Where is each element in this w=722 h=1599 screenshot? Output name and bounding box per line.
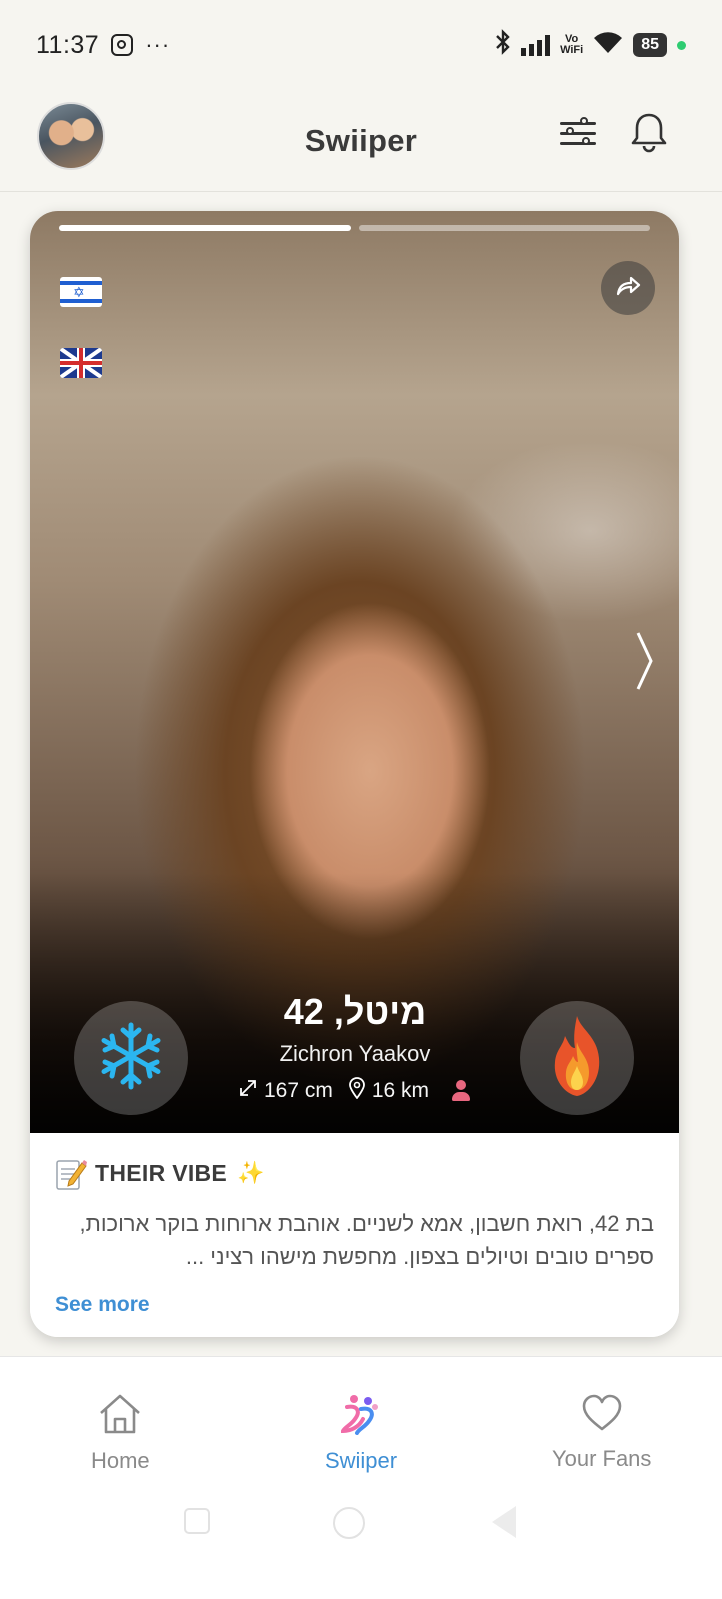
filter-sliders-icon[interactable]	[558, 116, 598, 152]
see-more-link[interactable]: See more	[55, 1293, 654, 1317]
memo-icon	[55, 1157, 87, 1190]
status-right: Vo WiFi 85	[495, 28, 686, 62]
snowflake-icon	[96, 1021, 166, 1096]
vibe-header: THEIR VIBE ✨	[55, 1157, 654, 1190]
flame-icon	[545, 1014, 609, 1103]
vibe-title: THEIR VIBE	[95, 1159, 228, 1186]
photo-progress	[59, 225, 650, 231]
status-bar: 11:37 ··· Vo WiFi 85	[0, 0, 722, 90]
nav-label-your-fans: Your Fans	[551, 1446, 652, 1471]
bluetooth-icon	[495, 28, 511, 62]
nav-item-your-fans[interactable]: Your Fans	[481, 1357, 722, 1486]
freeze-button[interactable]	[74, 1001, 188, 1115]
profile-name-age: מיטל, 42	[283, 991, 427, 1032]
profile-height: 167 cm	[263, 1079, 333, 1102]
uk-flag-icon	[60, 348, 102, 378]
app-header: Swiiper	[0, 90, 722, 192]
profile-meta: 167 cm 16 km	[190, 1077, 520, 1105]
bottom-nav: Home Swiiper Your Fans	[0, 1356, 722, 1486]
nav-label-swiiper: Swiiper	[324, 1448, 398, 1473]
profile-card[interactable]: ✡ מיטל, 42 Zichron Yaakov 167 cm 16 km T…	[30, 211, 679, 1337]
photo-progress-segment	[358, 225, 650, 231]
cellular-signal-icon	[521, 34, 551, 56]
israel-flag-icon: ✡	[60, 277, 102, 307]
height-item: 167 cm	[239, 1079, 333, 1103]
profile-info: מיטל, 42 Zichron Yaakov 167 cm 16 km	[190, 991, 520, 1105]
nav-label-home: Home	[90, 1448, 150, 1473]
share-button[interactable]	[601, 261, 655, 315]
privacy-indicator-dot	[677, 40, 686, 50]
sparkle-icon: ✨	[237, 1160, 265, 1185]
vowifi-line2: WiFi	[560, 44, 584, 56]
battery-indicator: 85	[633, 33, 667, 57]
back-button[interactable]	[492, 1506, 516, 1538]
nav-item-home[interactable]: Home	[0, 1357, 241, 1486]
status-time: 11:37	[36, 30, 100, 59]
location-pin-icon	[348, 1077, 365, 1105]
system-navigation-bar	[0, 1486, 722, 1599]
vibe-text: בת 42, רואת חשבון, אמא לשניים. אוהבת ארו…	[79, 1211, 655, 1269]
profile-distance: 16 km	[371, 1079, 430, 1102]
profile-city: Zichron Yaakov	[279, 1041, 431, 1066]
app-title: Swiiper	[304, 122, 418, 158]
distance-item: 16 km	[348, 1077, 430, 1105]
person-icon	[451, 1080, 471, 1102]
swiiper-logo-icon	[339, 1393, 381, 1440]
their-vibe-section: THEIR VIBE ✨ בת 42, רואת חשבון, אמא לשני…	[30, 1133, 679, 1337]
more-notifications-icon: ···	[145, 32, 171, 57]
heart-icon	[581, 1393, 623, 1438]
vowifi-icon: Vo WiFi	[560, 34, 583, 56]
recents-button[interactable]	[184, 1508, 210, 1534]
home-system-button[interactable]	[333, 1507, 365, 1539]
notifications-bell-icon[interactable]	[630, 112, 668, 154]
next-photo-chevron-icon[interactable]	[635, 631, 655, 691]
user-avatar[interactable]	[37, 102, 105, 170]
status-left: 11:37 ···	[36, 31, 170, 60]
share-arrow-icon	[615, 275, 641, 302]
nav-item-swiiper[interactable]: Swiiper	[241, 1357, 482, 1486]
instagram-notification-icon	[111, 34, 134, 56]
wifi-icon	[593, 31, 623, 60]
home-icon	[97, 1393, 143, 1440]
fire-button[interactable]	[520, 1001, 634, 1115]
profile-photo[interactable]: ✡ מיטל, 42 Zichron Yaakov 167 cm 16 km	[30, 211, 679, 1133]
photo-progress-segment	[59, 225, 351, 231]
height-arrows-icon	[239, 1079, 257, 1103]
